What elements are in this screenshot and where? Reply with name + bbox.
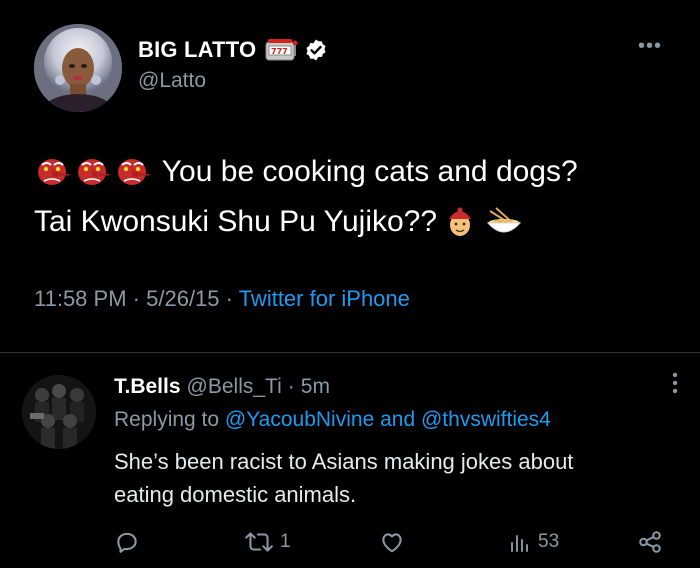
reply-text-line-2: eating domestic animals. <box>114 482 357 507</box>
reply-text-line-1: She’s been racist to Asians making jokes… <box>114 449 574 474</box>
author-name-line: BIG LATTO 777 <box>138 36 328 64</box>
tweet-text-line-2-text: Tai Kwonsuki Shu Pu Yujiko?? <box>34 205 438 238</box>
author-handle[interactable]: @Latto <box>138 69 206 93</box>
tengu-mask-emoji <box>114 155 154 200</box>
retweet-icon <box>244 529 274 555</box>
tweet-date[interactable]: 5/26/15 <box>146 286 219 311</box>
meta-separator-2: · <box>225 286 233 311</box>
retweet-count: 1 <box>280 531 291 552</box>
replying-to-label: Replying to <box>114 408 220 431</box>
reply-text: She’s been racist to Asians making jokes… <box>114 445 674 511</box>
mention-link-1[interactable]: @YacoubNivine <box>225 408 374 431</box>
tweet-metadata: 11:58 PM · 5/26/15 · Twitter for iPhone <box>34 286 410 312</box>
share-button[interactable] <box>636 529 664 555</box>
tweet-text-line-1-text: You be cooking cats and dogs? <box>161 155 578 188</box>
meta-separator-1: · <box>132 286 140 311</box>
retweet-button[interactable]: 1 <box>244 529 291 555</box>
reply-button[interactable] <box>114 529 146 555</box>
noodle-bowl-emoji <box>484 205 524 250</box>
verified-badge-icon <box>304 38 328 62</box>
like-button[interactable] <box>378 529 412 555</box>
tengu-mask-emoji <box>74 155 114 200</box>
main-tweet: BIG LATTO 777 @Latto ••• You be cooking … <box>0 0 700 352</box>
reply-header: T.Bells @Bells_Ti · 5m <box>114 375 330 399</box>
views-count: 53 <box>538 531 560 552</box>
tweet-text: You be cooking cats and dogs? Tai Kwonsu… <box>34 150 674 250</box>
replying-to-line: Replying to @YacoubNivine and @thvswifti… <box>114 408 551 432</box>
reply-author-name[interactable]: T.Bells <box>114 375 181 399</box>
more-options-icon[interactable] <box>672 371 678 395</box>
views-button[interactable]: 53 <box>508 529 559 555</box>
views-chart-icon <box>508 529 532 555</box>
share-icon <box>636 529 664 555</box>
tweet-text-line-2: Tai Kwonsuki Shu Pu Yujiko?? <box>34 200 674 250</box>
chinese-man-cap-emoji <box>445 205 475 250</box>
reply-icon <box>114 529 140 555</box>
tengu-mask-emoji <box>34 155 74 200</box>
tweet-source-link[interactable]: Twitter for iPhone <box>239 286 410 311</box>
reply-tweet[interactable]: T.Bells @Bells_Ti · 5m Replying to @Yaco… <box>0 353 700 568</box>
author-display-name[interactable]: BIG LATTO <box>138 37 256 63</box>
slot-machine-emoji: 777 <box>264 38 298 62</box>
tweet-time[interactable]: 11:58 PM <box>34 286 127 311</box>
svg-text:777: 777 <box>271 47 288 56</box>
reply-author-handle[interactable]: @Bells_Ti <box>187 375 282 399</box>
reply-author-avatar[interactable] <box>22 375 96 449</box>
more-options-icon[interactable]: ••• <box>638 36 662 56</box>
mention-link-2[interactable]: @thvswifties4 <box>421 408 551 431</box>
action-bar: 1 53 <box>0 529 700 563</box>
heart-icon <box>378 529 406 555</box>
reply-separator: · <box>287 375 295 398</box>
tweet-text-line-1: You be cooking cats and dogs? <box>34 150 674 200</box>
mention-and-label: and <box>380 408 416 431</box>
author-avatar[interactable] <box>34 24 122 112</box>
reply-timestamp[interactable]: 5m <box>301 375 330 399</box>
